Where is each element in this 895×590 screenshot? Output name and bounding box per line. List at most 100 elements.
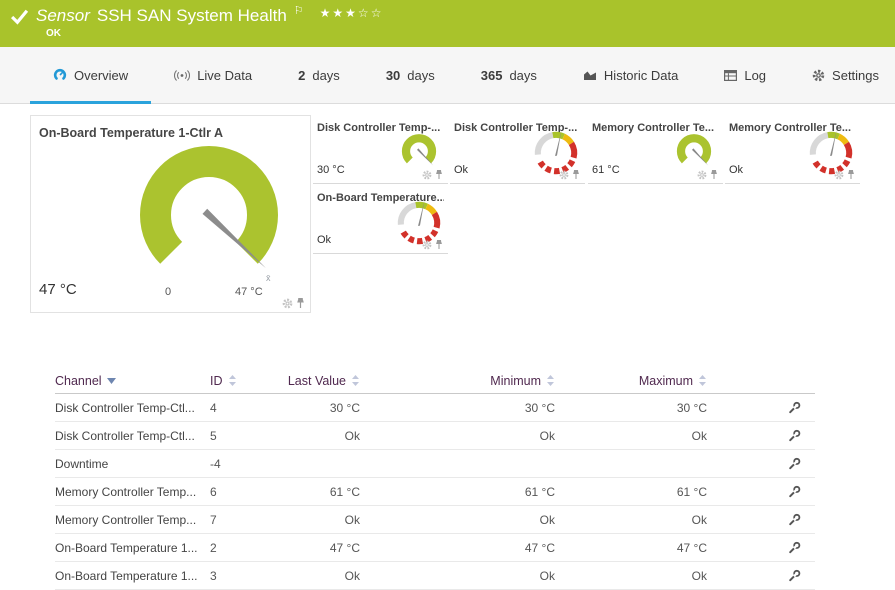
header-minimum[interactable]: Minimum <box>360 374 555 388</box>
gauge-value: 47 °C <box>39 281 77 298</box>
last-value: 47 °C <box>280 541 360 555</box>
tab-number: 365 <box>481 68 503 83</box>
sort-both-icon <box>698 375 707 386</box>
gauge-panel-small[interactable]: On-Board Temperature... Ok <box>313 188 448 254</box>
tab-label: days <box>509 68 536 83</box>
pin-icon[interactable] <box>435 239 443 250</box>
tab-label: Settings <box>832 68 879 83</box>
header-id[interactable]: ID <box>210 374 280 388</box>
channel-id: 5 <box>210 429 280 443</box>
channel-id: 3 <box>210 569 280 583</box>
pin-icon[interactable] <box>296 297 305 309</box>
pin-icon[interactable] <box>710 169 718 180</box>
minimum-value: Ok <box>360 429 555 443</box>
header-last-value[interactable]: Last Value <box>280 374 360 388</box>
gauge-value: 61 °C <box>592 164 620 176</box>
channel-id: -4 <box>210 457 280 471</box>
pin-icon[interactable] <box>572 169 580 180</box>
pin-icon[interactable] <box>847 169 855 180</box>
tab-30-days[interactable]: 30 days <box>363 47 458 103</box>
gauge-scale-max: 47 °C <box>235 286 263 298</box>
sort-both-icon <box>351 375 360 386</box>
gear-icon[interactable] <box>422 170 432 180</box>
channel-settings-wrench-icon[interactable] <box>788 401 801 414</box>
tab-bar: Overview Live Data 2 days 30 days 365 da… <box>0 47 895 104</box>
sensor-status-bar: Sensor SSH SAN System Health ⚐ ★★★☆☆ OK <box>0 0 895 47</box>
gear-icon[interactable] <box>697 170 707 180</box>
tab-label: days <box>312 68 339 83</box>
channel-settings-wrench-icon[interactable] <box>788 569 801 582</box>
gauge-panel-small[interactable]: Disk Controller Temp-... Ok <box>450 118 585 184</box>
maximum-value: Ok <box>555 513 707 527</box>
channel-name: Disk Controller Temp-Ctl... <box>55 429 210 443</box>
table-row: Memory Controller Temp... 7 Ok Ok Ok <box>55 506 815 534</box>
last-value: Ok <box>280 513 360 527</box>
maximum-value: 30 °C <box>555 401 707 415</box>
tab-log[interactable]: Log <box>701 47 789 103</box>
tab-number: 2 <box>298 68 305 83</box>
priority-stars[interactable]: ★★★☆☆ <box>320 6 384 20</box>
last-value: Ok <box>280 429 360 443</box>
minimum-value: Ok <box>360 569 555 583</box>
channels-table: Channel ID Last Value Minimum Maximum Di… <box>55 368 815 590</box>
tab-365-days[interactable]: 365 days <box>458 47 560 103</box>
last-value: 61 °C <box>280 485 360 499</box>
sensor-title: SSH SAN System Health <box>97 6 287 26</box>
maximum-value: 47 °C <box>555 541 707 555</box>
gauge-panel-small[interactable]: Memory Controller Te... Ok <box>725 118 860 184</box>
gauge-value: Ok <box>729 164 743 176</box>
area-chart-icon <box>583 69 597 81</box>
gauge-scale-min: 0 <box>165 286 171 298</box>
gear-icon[interactable] <box>559 170 569 180</box>
header-maximum[interactable]: Maximum <box>555 374 707 388</box>
tab-live-data[interactable]: Live Data <box>151 47 275 103</box>
channel-settings-wrench-icon[interactable] <box>788 513 801 526</box>
tab-label: Historic Data <box>604 68 678 83</box>
sensor-type-label: Sensor <box>36 6 90 26</box>
gauge-panel-primary[interactable]: On-Board Temperature 1-Ctlr A x̄ 0 47 °C… <box>30 115 311 313</box>
tab-label: Log <box>744 68 766 83</box>
channel-name: Disk Controller Temp-Ctl... <box>55 401 210 415</box>
gear-icon[interactable] <box>282 298 293 309</box>
channel-settings-wrench-icon[interactable] <box>788 541 801 554</box>
channel-id: 6 <box>210 485 280 499</box>
gauge-arc <box>156 161 263 252</box>
tab-historic-data[interactable]: Historic Data <box>560 47 701 103</box>
status-text: OK <box>46 28 61 39</box>
header-channel[interactable]: Channel <box>55 374 210 388</box>
channel-name: Memory Controller Temp... <box>55 513 210 527</box>
broadcast-icon <box>174 69 190 82</box>
flag-icon[interactable]: ⚐ <box>294 4 304 17</box>
primary-radial-gauge: x̄ <box>101 130 311 290</box>
tab-label: Live Data <box>197 68 252 83</box>
channel-settings-wrench-icon[interactable] <box>788 429 801 442</box>
sort-both-icon <box>228 375 237 386</box>
channel-name: Downtime <box>55 457 210 471</box>
sort-both-icon <box>546 375 555 386</box>
minimum-value: Ok <box>360 513 555 527</box>
tab-overview[interactable]: Overview <box>30 47 151 103</box>
table-header-row: Channel ID Last Value Minimum Maximum <box>55 368 815 394</box>
log-table-icon <box>724 70 737 81</box>
gauge-value: 30 °C <box>317 164 345 176</box>
maximum-value: Ok <box>555 569 707 583</box>
channel-id: 2 <box>210 541 280 555</box>
table-row: Disk Controller Temp-Ctl... 4 30 °C 30 °… <box>55 394 815 422</box>
maximum-value: 61 °C <box>555 485 707 499</box>
tab-2-days[interactable]: 2 days <box>275 47 363 103</box>
gauge-panel-small[interactable]: Disk Controller Temp-... 30 °C <box>313 118 448 184</box>
gear-icon[interactable] <box>834 170 844 180</box>
channel-settings-wrench-icon[interactable] <box>788 457 801 470</box>
gauge-value: Ok <box>454 164 468 176</box>
gauge-value: Ok <box>317 234 331 246</box>
channel-name: Memory Controller Temp... <box>55 485 210 499</box>
gear-icon[interactable] <box>422 240 432 250</box>
sort-desc-icon <box>107 378 116 384</box>
gear-icon <box>812 69 825 82</box>
channel-settings-wrench-icon[interactable] <box>788 485 801 498</box>
channel-id: 4 <box>210 401 280 415</box>
pin-icon[interactable] <box>435 169 443 180</box>
gauge-panel-small[interactable]: Memory Controller Te... 61 °C <box>588 118 723 184</box>
maximum-value: Ok <box>555 429 707 443</box>
tab-settings[interactable]: Settings <box>789 47 895 103</box>
